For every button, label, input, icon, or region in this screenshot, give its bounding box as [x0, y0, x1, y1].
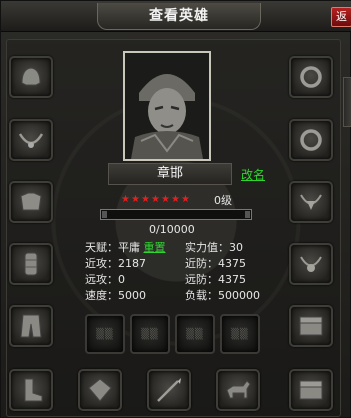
armor-icon — [20, 192, 42, 211]
necklace-slot[interactable] — [9, 119, 53, 161]
weapon-slot[interactable] — [147, 369, 191, 411]
exp-bar-cap-left — [102, 211, 107, 218]
boots-slot[interactable] — [9, 369, 53, 411]
mount-armor-slot[interactable] — [78, 369, 122, 411]
helmet-icon — [21, 67, 41, 86]
bracer-icon — [24, 252, 38, 276]
power-stat: 实力值：30 — [185, 241, 243, 254]
star-icon: ★ — [181, 194, 190, 205]
reset-link[interactable]: 重置 — [144, 241, 166, 254]
skill-slot-3[interactable]: ▒▒ — [175, 314, 215, 354]
chest-slot-right[interactable] — [289, 305, 333, 347]
skill-slot-4[interactable]: ▒▒ — [220, 314, 260, 354]
horse-slot[interactable] — [216, 369, 260, 411]
spear-icon — [157, 378, 181, 402]
ring-slot-2[interactable] — [289, 119, 333, 161]
skill-slot-1[interactable]: ▒▒ — [85, 314, 125, 354]
hero-name: 章邯 — [108, 163, 232, 185]
warrior-portrait-icon — [125, 53, 209, 159]
star-rating: ★★★★★★★ — [121, 194, 191, 205]
boots-icon — [24, 378, 43, 402]
armor-slot[interactable] — [9, 181, 53, 223]
exp-bar-cap-right — [245, 211, 250, 218]
helmet-slot[interactable] — [9, 56, 53, 98]
chest-slot-bottom[interactable] — [289, 369, 333, 411]
chest-icon — [299, 380, 323, 400]
pants-slot[interactable] — [9, 305, 53, 347]
talent-label: 天赋：平庸 — [85, 241, 140, 254]
talent-stat: 天赋：平庸 重置 — [85, 239, 166, 255]
necklace-icon — [18, 133, 44, 148]
exp-bar — [100, 209, 252, 220]
ring-icon — [300, 129, 322, 151]
star-icon: ★ — [121, 194, 130, 205]
load-stat: 负载：500000 — [185, 289, 260, 302]
skill-slot-2[interactable]: ▒▒ — [130, 314, 170, 354]
pants-icon — [20, 314, 42, 338]
melee-attack-stat: 近攻：2187 — [85, 257, 146, 270]
ring-icon — [300, 66, 322, 88]
melee-defense-stat: 近防：4375 — [185, 257, 246, 270]
amulet-slot-1[interactable] — [289, 181, 333, 223]
hero-portrait — [123, 51, 211, 161]
chest-icon — [299, 316, 323, 336]
side-tab[interactable] — [343, 77, 351, 127]
hero-level: 0级 — [214, 194, 232, 207]
skill-slot-glyph: ▒▒ — [231, 328, 249, 340]
skill-slot-glyph: ▒▒ — [186, 328, 204, 340]
exp-text: 0/10000 — [149, 223, 195, 236]
window-title: 查看英雄 — [97, 3, 261, 30]
horse-icon — [226, 380, 251, 399]
amulet-icon — [300, 194, 322, 210]
skill-slot-glyph: ▒▒ — [96, 328, 114, 340]
bracer-slot[interactable] — [9, 243, 53, 285]
amulet-icon — [300, 256, 322, 272]
close-button[interactable]: 返 — [331, 7, 351, 27]
ring-slot-1[interactable] — [289, 56, 333, 98]
star-icon: ★ — [151, 194, 160, 205]
mount-armor-icon — [88, 378, 112, 402]
star-icon: ★ — [141, 194, 150, 205]
skill-slot-glyph: ▒▒ — [141, 328, 159, 340]
ranged-attack-stat: 远攻：0 — [85, 273, 125, 286]
hero-window: 查看英雄 返 ▒▒ ▒▒ ▒▒ ▒▒ 章邯 改名 ★★★★★★★ 0级 0/10… — [0, 0, 351, 418]
star-icon: ★ — [161, 194, 170, 205]
title-bar: 查看英雄 返 — [1, 1, 351, 32]
amulet-slot-2[interactable] — [289, 243, 333, 285]
speed-stat: 速度：5000 — [85, 289, 146, 302]
rename-link[interactable]: 改名 — [241, 166, 265, 183]
ranged-defense-stat: 远防：4375 — [185, 273, 246, 286]
star-icon: ★ — [171, 194, 180, 205]
star-icon: ★ — [131, 194, 140, 205]
